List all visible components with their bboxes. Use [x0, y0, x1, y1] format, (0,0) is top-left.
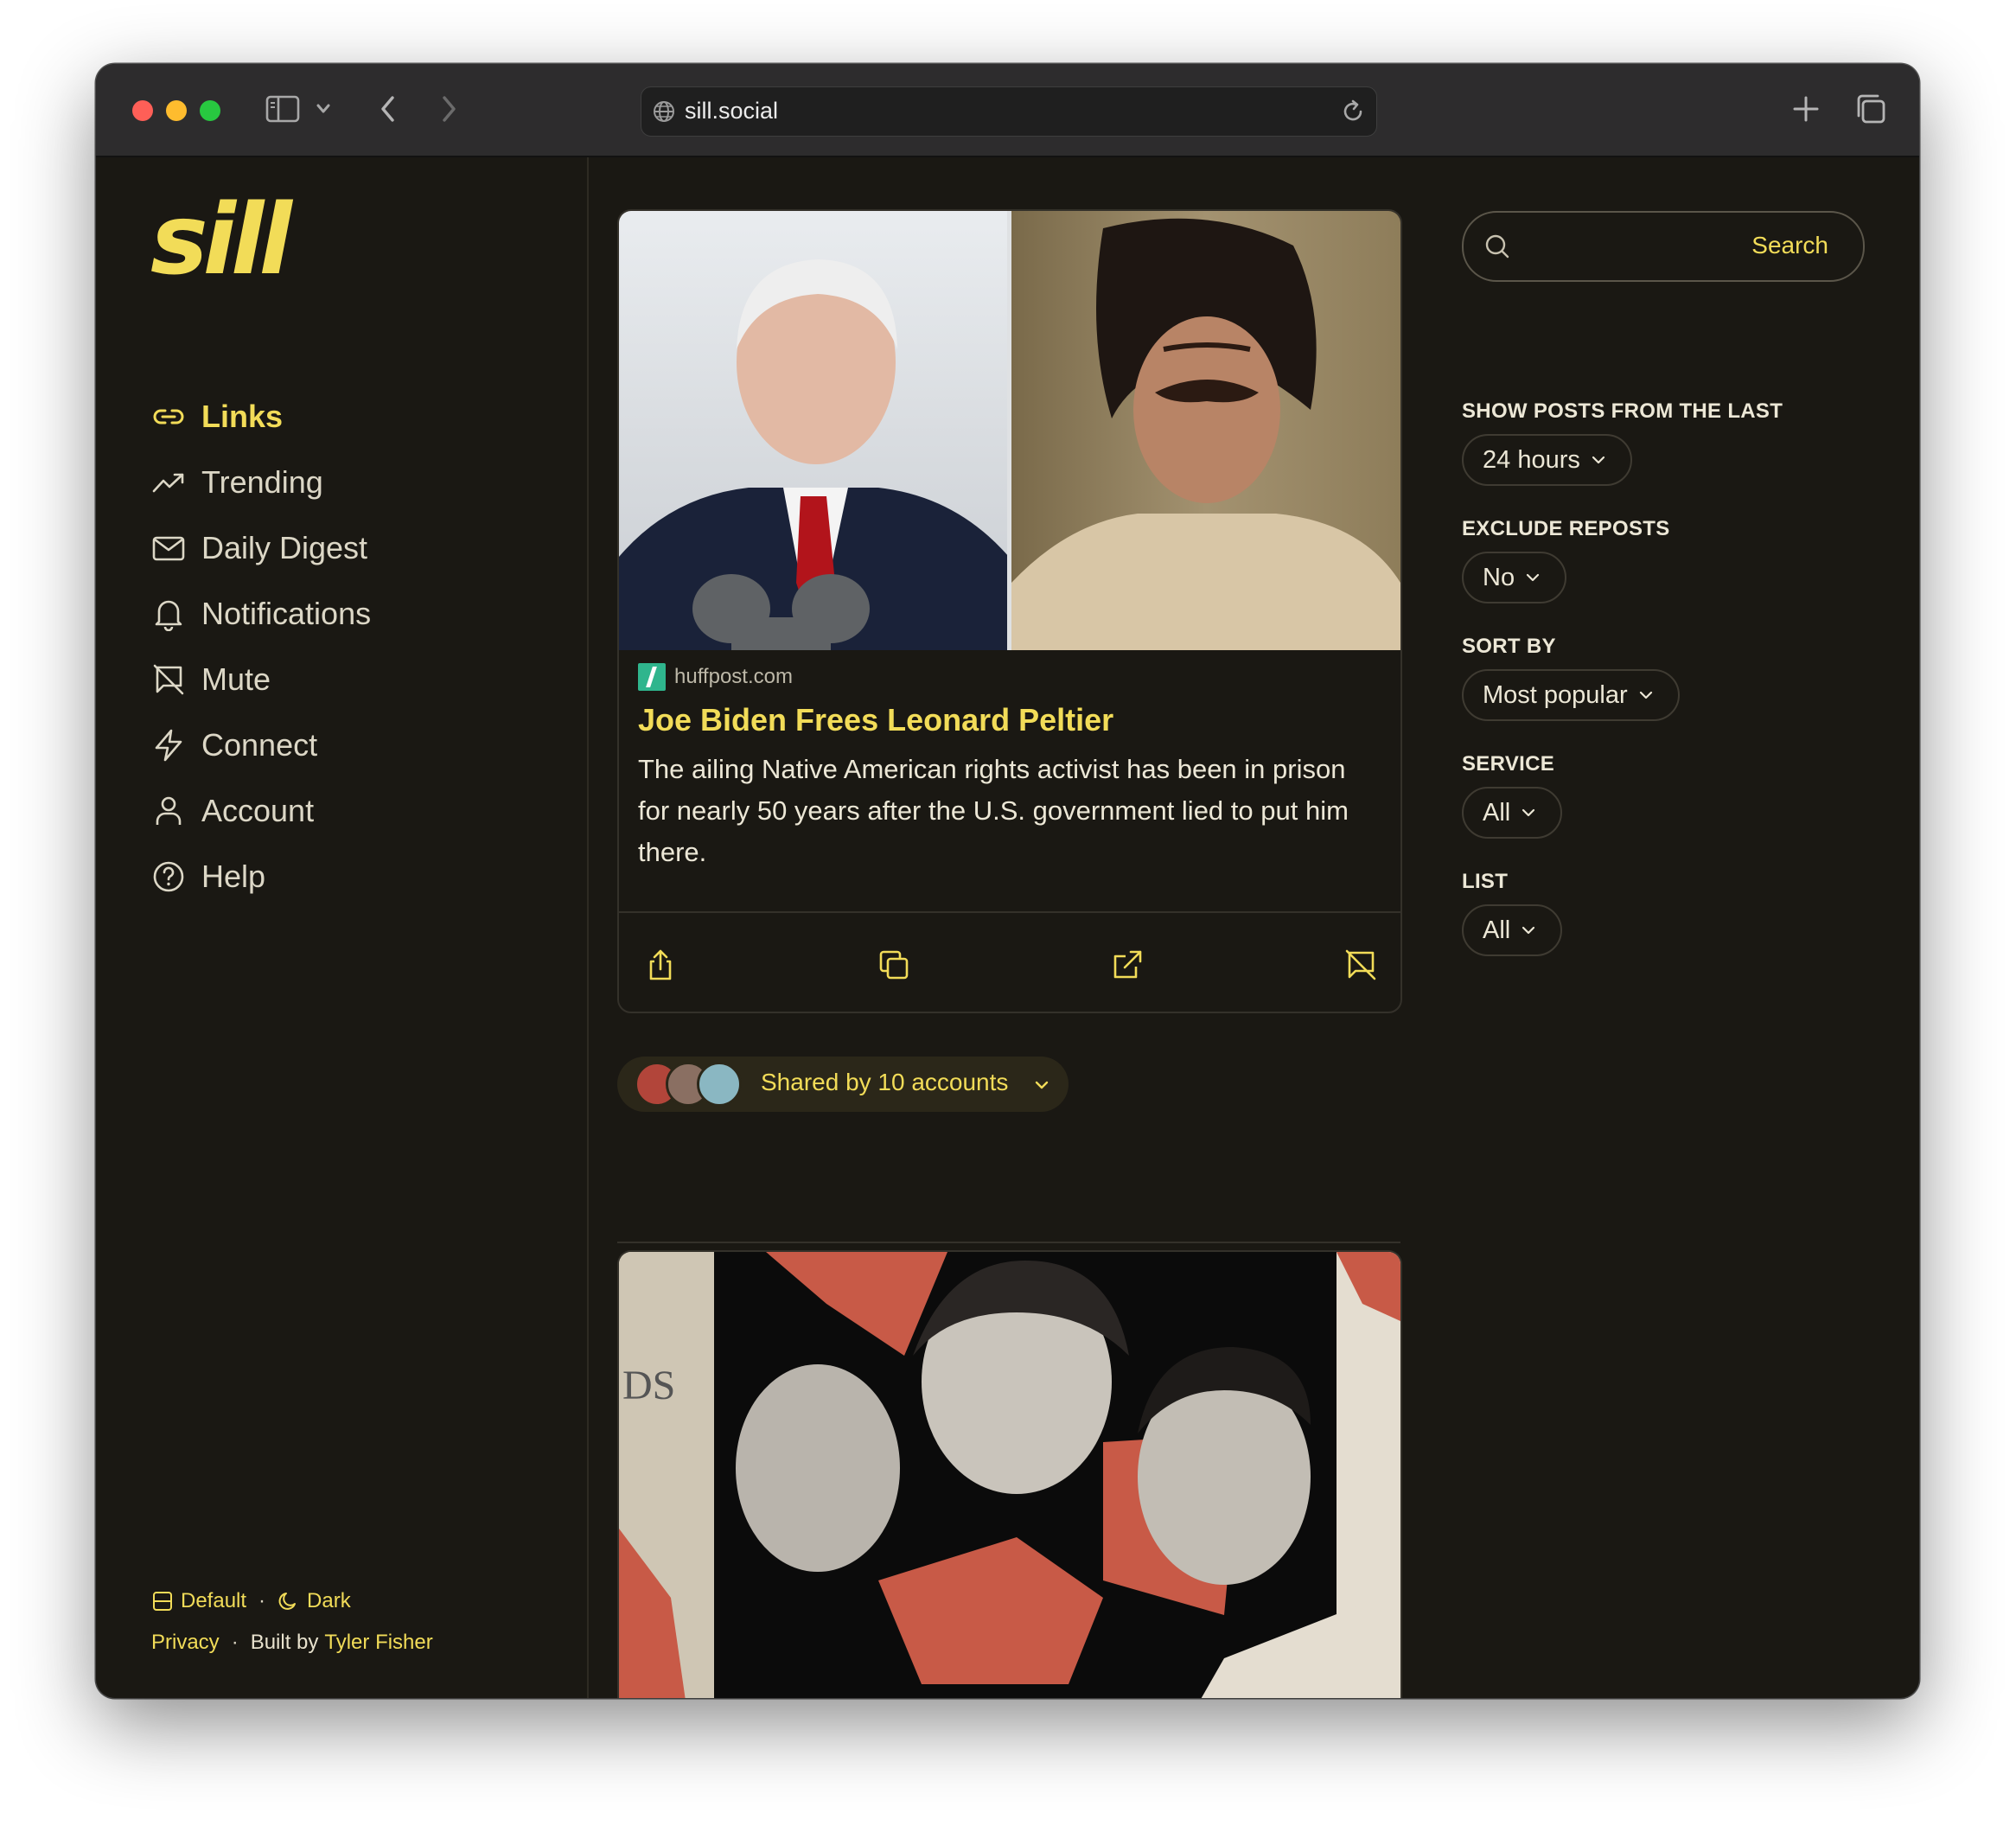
nav-mute-label: Mute	[201, 661, 271, 697]
left-sidebar: sill Links Trending Daily Digest Notific…	[96, 157, 589, 1698]
privacy-link[interactable]: Privacy	[151, 1631, 220, 1655]
close-window-button[interactable]	[132, 100, 153, 121]
time-filter-label: SHOW POSTS FROM THE LAST	[1462, 399, 1783, 423]
link-card-image[interactable]	[619, 211, 1400, 650]
lightning-icon	[155, 729, 182, 762]
article-photo: DS	[619, 1252, 1400, 1698]
chevron-down-icon	[1592, 456, 1605, 464]
nav-mute[interactable]: Mute	[151, 655, 271, 704]
chevron-down-icon	[1526, 573, 1540, 582]
chevron-down-icon[interactable]	[316, 102, 331, 116]
nav-links[interactable]: Links	[151, 393, 283, 441]
search-button[interactable]: Search	[1751, 232, 1828, 259]
list-value: All	[1483, 916, 1511, 944]
link-card: huffpost.com Joe Biden Frees Leonard Pel…	[617, 209, 1402, 1013]
link-card-body: huffpost.com Joe Biden Frees Leonard Pel…	[638, 662, 1381, 873]
globe-icon	[654, 101, 674, 122]
zoom-window-button[interactable]	[200, 100, 220, 121]
built-by-text: Built by	[250, 1631, 319, 1654]
nav-trending-label: Trending	[201, 464, 323, 500]
link-icon	[153, 409, 184, 425]
nav-account-label: Account	[201, 793, 315, 828]
sidebar-icon[interactable]	[265, 93, 300, 124]
service-label: SERVICE	[1462, 752, 1555, 776]
minimize-window-button[interactable]	[166, 100, 187, 121]
footer-links: Privacy · Built by Tyler Fisher	[151, 1631, 433, 1655]
avatar	[697, 1062, 742, 1107]
nav-account[interactable]: Account	[151, 787, 314, 835]
search-input[interactable]: Search	[1462, 211, 1865, 282]
service-value: All	[1483, 798, 1511, 827]
svg-text:DS: DS	[622, 1363, 675, 1408]
nav-connect-label: Connect	[201, 727, 318, 763]
sort-by-label: SORT BY	[1462, 635, 1556, 658]
search-icon	[1485, 234, 1509, 259]
chevron-down-icon	[1522, 926, 1535, 935]
separator-dot: ·	[258, 1589, 266, 1612]
browser-window: sill.social sill Links Trending Daily Di…	[96, 64, 1919, 1698]
link-card-actions	[619, 911, 1400, 1012]
separator-dot: ·	[231, 1631, 239, 1654]
forward-icon[interactable]	[438, 93, 459, 124]
sort-by-select[interactable]: Most popular	[1462, 669, 1680, 721]
copy-icon[interactable]	[877, 948, 911, 982]
nav-links-label: Links	[201, 399, 284, 434]
reload-icon[interactable]	[1340, 99, 1366, 124]
nav-daily-digest-label: Daily Digest	[201, 530, 368, 565]
nav-trending[interactable]: Trending	[151, 458, 323, 507]
article-photo	[619, 211, 1400, 650]
list-label: LIST	[1462, 870, 1509, 893]
nav-notifications-label: Notifications	[201, 596, 372, 631]
trending-icon	[152, 473, 184, 493]
theme-switcher: Default · Dark	[151, 1589, 351, 1613]
exclude-reposts-value: No	[1483, 563, 1515, 591]
moon-icon	[278, 1593, 297, 1610]
mute-icon	[153, 664, 184, 695]
mute-icon[interactable]	[1343, 948, 1378, 982]
time-filter-select[interactable]: 24 hours	[1462, 434, 1632, 486]
sort-by-value: Most popular	[1483, 680, 1628, 709]
link-source-domain: huffpost.com	[674, 665, 793, 688]
main-feed: huffpost.com Joe Biden Frees Leonard Pel…	[589, 157, 1427, 1698]
huffpost-favicon-icon	[638, 663, 666, 691]
nav-help-label: Help	[201, 859, 266, 894]
filter-sidebar: Search SHOW POSTS FROM THE LAST 24 hours…	[1429, 157, 1919, 1698]
open-external-icon[interactable]	[1110, 948, 1145, 982]
nav-help[interactable]: Help	[151, 852, 265, 901]
share-icon[interactable]	[643, 948, 678, 982]
back-icon[interactable]	[378, 93, 399, 124]
exclude-reposts-label: EXCLUDE REPOSTS	[1462, 517, 1670, 540]
shared-by-dropdown[interactable]: Shared by 10 accounts	[617, 1057, 1069, 1112]
address-bar[interactable]: sill.social	[641, 86, 1377, 137]
theme-default-link[interactable]: Default	[181, 1589, 246, 1613]
nav-connect[interactable]: Connect	[151, 721, 317, 769]
shared-by-label: Shared by 10 accounts	[761, 1069, 1009, 1095]
chevron-down-icon	[1639, 691, 1652, 699]
service-select[interactable]: All	[1462, 787, 1563, 839]
author-link[interactable]: Tyler Fisher	[324, 1631, 432, 1655]
time-filter-value: 24 hours	[1483, 445, 1580, 474]
nav-notifications[interactable]: Notifications	[151, 590, 371, 638]
chevron-down-icon	[1035, 1081, 1049, 1089]
feed-divider	[617, 1242, 1400, 1243]
new-tab-icon[interactable]	[1790, 93, 1821, 124]
user-icon	[156, 796, 182, 825]
url-text: sill.social	[685, 98, 779, 124]
theme-dark-link[interactable]: Dark	[307, 1589, 351, 1613]
list-select[interactable]: All	[1462, 904, 1563, 956]
browser-titlebar: sill.social	[96, 64, 1919, 157]
mail-icon	[152, 536, 185, 561]
bell-icon	[155, 600, 182, 631]
help-icon	[153, 861, 184, 892]
layout-icon	[153, 1592, 172, 1611]
exclude-reposts-select[interactable]: No	[1462, 552, 1567, 603]
tabs-overview-icon[interactable]	[1853, 92, 1888, 126]
link-source[interactable]: huffpost.com	[638, 662, 1381, 692]
link-title[interactable]: Joe Biden Frees Leonard Peltier	[638, 702, 1381, 738]
sill-logo[interactable]: sill	[150, 192, 292, 289]
link-description: The ailing Native American rights activi…	[638, 754, 1349, 867]
chevron-down-icon	[1522, 808, 1535, 817]
link-card-image[interactable]: DS	[617, 1250, 1402, 1698]
nav-daily-digest[interactable]: Daily Digest	[151, 524, 367, 572]
